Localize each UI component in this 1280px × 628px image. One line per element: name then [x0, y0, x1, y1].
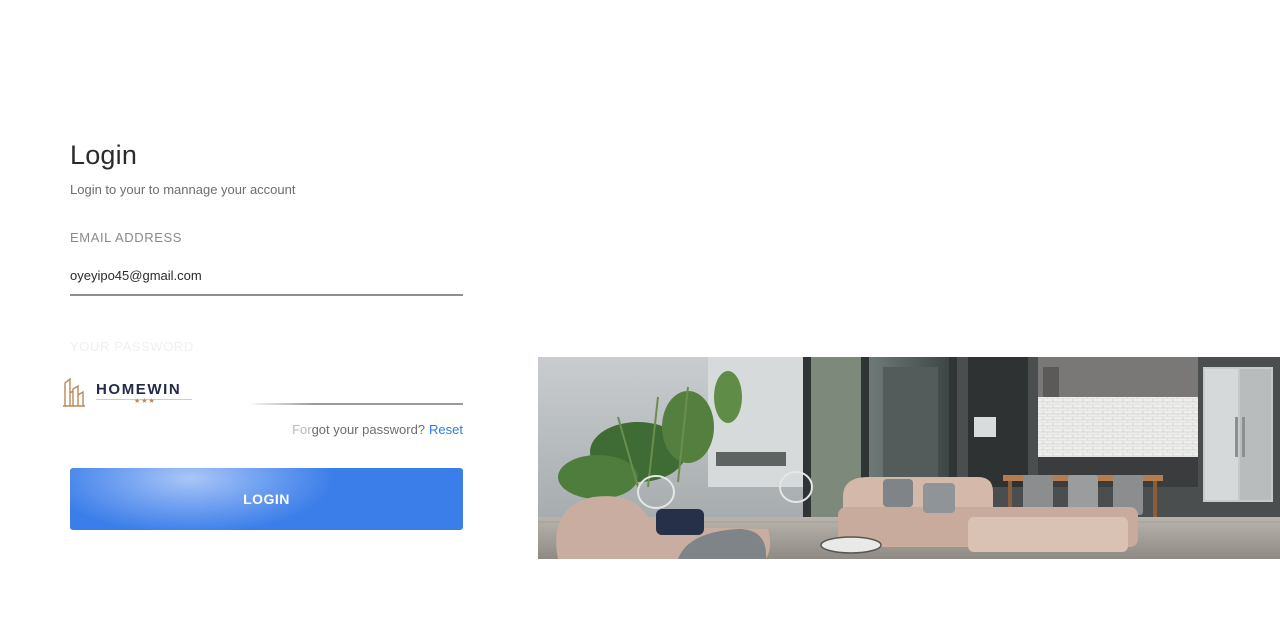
forgot-password-row: Forgot your password? Reset: [292, 422, 463, 437]
building-logo-icon: [63, 377, 85, 407]
interior-photo: [538, 357, 1280, 559]
reset-link[interactable]: Reset: [429, 422, 463, 437]
login-button[interactable]: LOGIN: [70, 468, 463, 530]
homewin-logo: HOMEWIN ★★★: [62, 374, 194, 410]
page-title: Login: [70, 140, 138, 170]
email-label: EMAIL ADDRESS: [70, 230, 183, 245]
logo-wordmark: HOMEWIN: [96, 381, 182, 398]
logo-stars: ★★★: [134, 398, 156, 405]
email-field[interactable]: [70, 256, 463, 296]
forgot-password-text: got your password?: [311, 422, 426, 437]
page-subtitle: Login to your to mannage your account: [70, 182, 296, 197]
hero-image: [538, 357, 1280, 559]
password-label: YOUR PASSWORD: [70, 339, 194, 354]
forgot-prefix-faded: For: [292, 422, 312, 437]
login-form: Login Login to your to mannage your acco…: [63, 0, 463, 628]
